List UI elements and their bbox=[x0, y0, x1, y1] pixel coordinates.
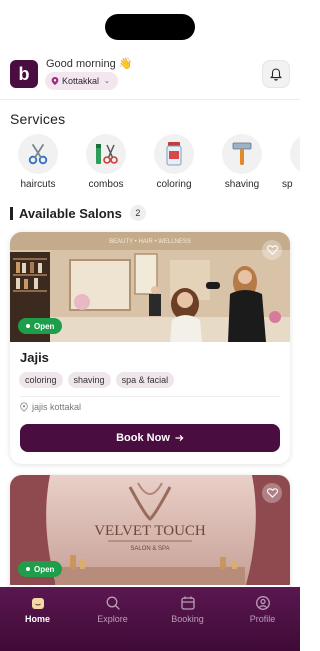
service-haircuts[interactable]: haircuts bbox=[8, 134, 68, 194]
salon-address-text: jajis kottakal bbox=[32, 402, 82, 412]
service-label: coloring bbox=[156, 179, 192, 190]
calendar-icon bbox=[180, 596, 195, 610]
location-selector[interactable]: Kottakkal ⌄ bbox=[45, 72, 118, 90]
salon-photo: BEAUTY • HAIR • WELLNESS Open bbox=[10, 232, 290, 342]
favorite-button[interactable] bbox=[262, 483, 282, 503]
book-now-button[interactable]: Book Now bbox=[20, 424, 280, 452]
services-carousel[interactable]: haircuts combos coloring shaving sp bbox=[0, 134, 300, 194]
salon-name: Jajis bbox=[20, 350, 49, 365]
service-label: haircuts bbox=[20, 179, 56, 190]
favorite-button[interactable] bbox=[262, 240, 282, 260]
brand-subtitle-text: SALON & SPA bbox=[130, 546, 169, 552]
brand-title-text: VELVET TOUCH bbox=[94, 523, 206, 539]
status-dot bbox=[26, 567, 30, 571]
nav-booking-label: Booking bbox=[171, 614, 204, 624]
heading-accent-bar bbox=[10, 206, 13, 220]
spa-icon bbox=[290, 134, 300, 174]
salon-count-badge: 2 bbox=[129, 205, 146, 221]
nav-home-label: Home bbox=[24, 614, 50, 624]
profile-icon bbox=[255, 596, 270, 610]
service-tag: coloring bbox=[19, 372, 63, 388]
chevron-down-icon: ⌄ bbox=[104, 78, 110, 85]
nav-profile-label: Profile bbox=[249, 614, 276, 624]
hair-dye-icon bbox=[166, 142, 182, 166]
salon-card[interactable]: VELVET TOUCH SALON & SPA Open bbox=[10, 475, 290, 595]
nav-profile[interactable]: Profile bbox=[225, 587, 300, 651]
status-dot bbox=[26, 324, 30, 328]
service-shaving[interactable]: shaving bbox=[212, 134, 272, 194]
service-spa[interactable]: sp bbox=[280, 134, 300, 194]
camera-notch bbox=[105, 14, 195, 40]
location-pin-icon bbox=[51, 77, 59, 85]
open-status-badge: Open bbox=[18, 318, 63, 334]
service-label: shaving bbox=[224, 179, 260, 190]
nav-booking[interactable]: Booking bbox=[150, 587, 225, 651]
home-icon bbox=[31, 598, 44, 609]
service-label: combos bbox=[88, 179, 124, 190]
book-now-label: Book Now bbox=[116, 432, 170, 444]
heart-icon bbox=[266, 488, 278, 498]
service-tag: shaving bbox=[67, 372, 111, 388]
open-status-badge: Open bbox=[18, 561, 63, 577]
combo-tools-icon bbox=[96, 144, 118, 164]
heart-icon bbox=[266, 245, 278, 255]
service-label: sp bbox=[282, 179, 293, 190]
card-divider bbox=[20, 396, 280, 397]
service-tags: coloring shaving spa & facial bbox=[19, 372, 175, 388]
services-heading: Services bbox=[10, 111, 66, 127]
arrow-right-icon bbox=[175, 434, 184, 442]
greeting-text: Good morning 👋 bbox=[46, 58, 133, 70]
open-status-label: Open bbox=[34, 321, 55, 331]
available-salons-heading: Available Salons 2 bbox=[10, 204, 146, 222]
location-label: Kottakkal bbox=[62, 76, 100, 86]
nav-home[interactable]: Home bbox=[0, 587, 75, 651]
bottom-navigation: Home Explore Booking Profile bbox=[0, 587, 300, 651]
scissors-icon bbox=[28, 144, 48, 165]
notifications-button[interactable] bbox=[262, 60, 290, 88]
bell-icon bbox=[270, 67, 282, 81]
header-divider bbox=[0, 99, 300, 100]
location-pin-icon bbox=[20, 402, 28, 412]
service-coloring[interactable]: coloring bbox=[144, 134, 204, 194]
nav-explore-label: Explore bbox=[97, 614, 128, 624]
salon-card[interactable]: BEAUTY • HAIR • WELLNESS Open Jajis colo… bbox=[10, 232, 290, 464]
salon-address: jajis kottakal bbox=[20, 402, 81, 412]
search-icon bbox=[106, 596, 120, 610]
nav-explore[interactable]: Explore bbox=[75, 587, 150, 651]
service-combos[interactable]: combos bbox=[76, 134, 136, 194]
top-header: b Good morning 👋 Kottakkal ⌄ bbox=[10, 57, 290, 93]
salon-photo: VELVET TOUCH SALON & SPA Open bbox=[10, 475, 290, 585]
razor-icon bbox=[232, 142, 252, 165]
available-salons-title: Available Salons bbox=[19, 205, 122, 221]
service-tag: spa & facial bbox=[115, 372, 175, 388]
salon-sign-text: BEAUTY • HAIR • WELLNESS bbox=[109, 239, 191, 245]
app-logo: b bbox=[10, 60, 38, 88]
open-status-label: Open bbox=[34, 564, 55, 574]
